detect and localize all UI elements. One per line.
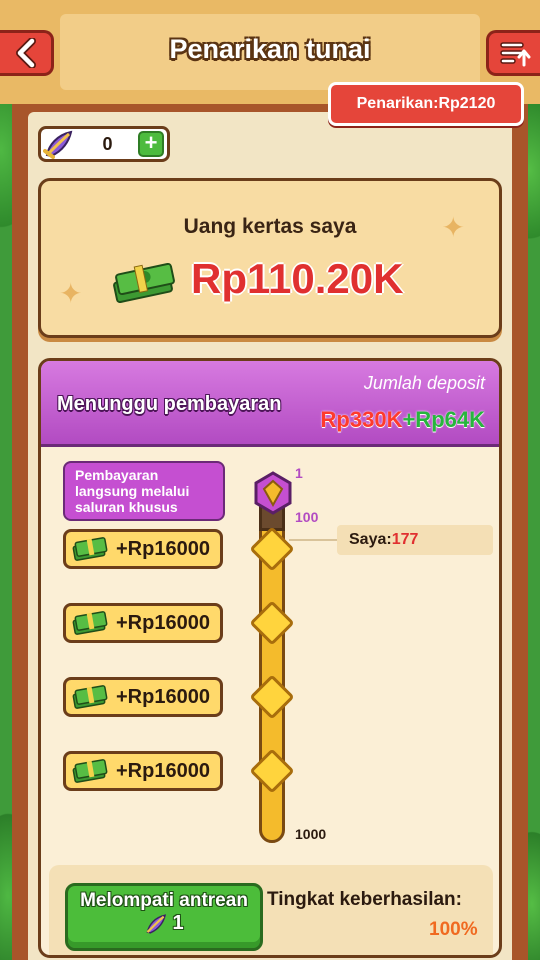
deposit-label: Jumlah deposit — [363, 373, 485, 393]
page-title: Penarikan tunai — [169, 34, 371, 64]
ticket-count: 0 — [102, 133, 113, 154]
feather-ticket-icon — [43, 130, 73, 159]
reward-amount: +Rp16000 — [116, 685, 210, 708]
queue-tick-100: 100 — [295, 509, 319, 525]
milestone-diamond — [249, 526, 295, 572]
feather-ticket-icon — [147, 913, 167, 934]
payment-status-title: Menunggu pembayaran — [57, 393, 282, 415]
deposit-base-amount: Rp330K — [320, 407, 403, 432]
ticket-counter: 0 + — [38, 126, 170, 162]
paper-money-amount: Rp110.20K — [191, 255, 404, 302]
back-button[interactable] — [0, 30, 54, 76]
reward-pill: +Rp16000 — [63, 677, 223, 717]
queue-tick-1000: 1000 — [295, 826, 327, 842]
milestone-diamond — [249, 674, 295, 720]
paper-money-title: Uang kertas saya — [183, 215, 357, 238]
milestone-diamond — [249, 748, 295, 794]
sparkle-decoration: ✦ — [59, 278, 83, 309]
reward-pill: +Rp16000 — [63, 751, 223, 791]
skip-queue-cost-value: 1 — [172, 912, 184, 934]
payment-queue-panel: Menunggu pembayaran Jumlah deposit Rp330… — [38, 358, 502, 958]
deposit-bonus-amount: +Rp64K — [402, 407, 485, 432]
reward-amount: +Rp16000 — [116, 611, 210, 634]
my-position-connector — [289, 539, 337, 541]
skip-queue-cost: 1 — [68, 912, 260, 935]
list-upload-icon — [499, 42, 530, 67]
cash-stack-icon — [72, 537, 108, 561]
milestone-diamond — [249, 600, 295, 646]
deposit-amount: Rp330K+Rp64K — [321, 407, 485, 433]
my-position-label: Saya: — [349, 531, 392, 548]
reward-pill: +Rp16000 — [63, 603, 223, 643]
reward-amount: +Rp16000 — [116, 537, 210, 560]
chevron-left-icon — [15, 38, 36, 68]
hexagon-gem-icon — [254, 471, 292, 515]
skip-queue-button[interactable]: Melompati antrean 1 — [65, 883, 263, 951]
my-queue-position: Saya: 177 — [337, 525, 493, 555]
cash-stack-icon — [72, 759, 108, 783]
cash-stack-icon — [72, 685, 108, 709]
skip-queue-label: Melompati antrean — [80, 890, 248, 911]
special-channel-tooltip: Pembayaran langsung melalui saluran khus… — [63, 461, 225, 521]
paper-money-card: ✦ ✦ Uang kertas saya Rp110.20K — [38, 178, 502, 338]
add-ticket-button[interactable]: + — [138, 131, 164, 157]
payment-queue-header: Menunggu pembayaran Jumlah deposit Rp330… — [41, 361, 499, 447]
success-rate-label: Tingkat keberhasilan: — [267, 889, 462, 910]
queue-tick-1: 1 — [295, 465, 303, 481]
reward-pill: +Rp16000 — [63, 529, 223, 569]
my-position-value: 177 — [391, 531, 419, 548]
reward-amount: +Rp16000 — [116, 759, 210, 782]
success-rate-value: 100% — [429, 919, 478, 940]
cash-stack-icon — [113, 262, 175, 303]
withdraw-history-button[interactable] — [486, 30, 540, 76]
withdraw-amount-badge[interactable]: Penarikan:Rp2120 — [328, 82, 524, 126]
cash-stack-icon — [72, 611, 108, 635]
